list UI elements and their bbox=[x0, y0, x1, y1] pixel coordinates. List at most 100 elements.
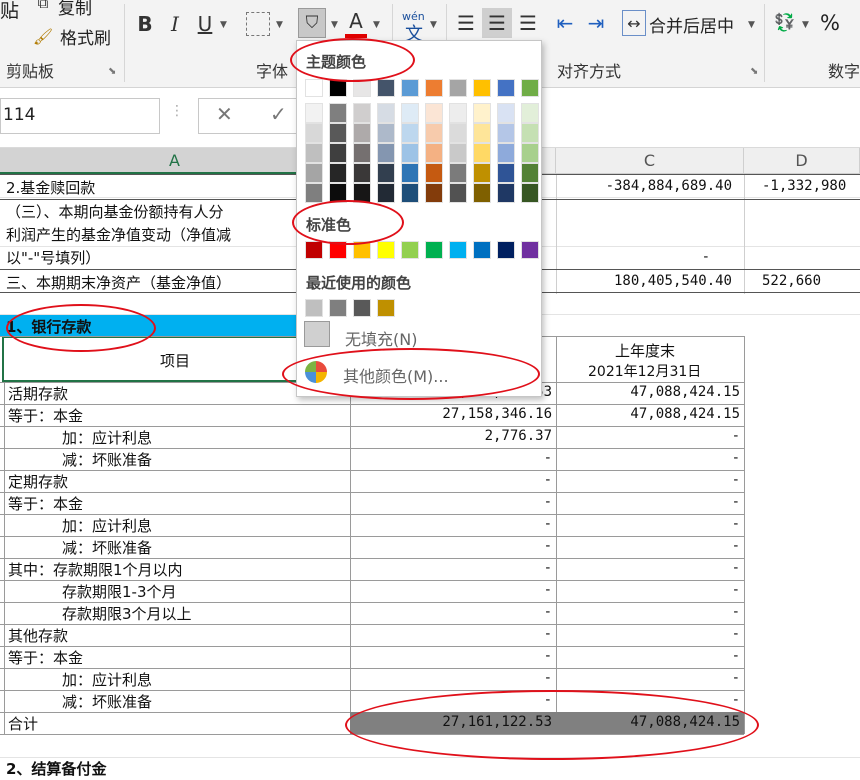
section2-title[interactable]: 2、结算备付金 bbox=[6, 758, 106, 779]
theme-shade-swatch[interactable] bbox=[305, 163, 323, 183]
copy-button[interactable]: 复制 bbox=[58, 0, 92, 19]
table-row-previous[interactable]: - bbox=[558, 516, 740, 532]
theme-shade-swatch[interactable] bbox=[329, 143, 347, 163]
table-row-previous[interactable]: 47,088,424.15 bbox=[558, 406, 740, 422]
chevron-down-icon[interactable]: ▼ bbox=[220, 20, 227, 30]
percent-button[interactable]: % bbox=[820, 11, 840, 35]
table-row-previous[interactable]: - bbox=[558, 626, 740, 642]
confirm-icon[interactable]: ✓ bbox=[270, 102, 287, 126]
align-right-icon[interactable]: ☰ bbox=[514, 8, 542, 38]
table-row-item[interactable]: 加：应计利息 bbox=[62, 515, 152, 536]
table-row-current[interactable]: - bbox=[352, 648, 552, 664]
table-row-item[interactable]: 等于：本金 bbox=[8, 405, 83, 426]
cell-a-text[interactable]: 三、本期期末净资产（基金净值） bbox=[6, 272, 231, 293]
chevron-down-icon[interactable]: ▼ bbox=[331, 20, 338, 30]
table-row-previous[interactable]: - bbox=[558, 560, 740, 576]
theme-shade-swatch[interactable] bbox=[401, 123, 419, 143]
table-row-item[interactable]: 定期存款 bbox=[8, 471, 68, 492]
table-row-current[interactable]: 2,776.37 bbox=[352, 428, 552, 444]
table-row-previous[interactable]: - bbox=[558, 494, 740, 510]
cancel-icon[interactable]: ✕ bbox=[216, 102, 233, 126]
standard-color-swatch[interactable] bbox=[425, 241, 443, 259]
theme-shade-swatch[interactable] bbox=[305, 123, 323, 143]
currency-format-icon[interactable]: 💱 bbox=[772, 10, 798, 36]
borders-icon[interactable] bbox=[246, 12, 270, 36]
format-painter-button[interactable]: 格式刷 bbox=[60, 24, 111, 49]
cell-d-value[interactable]: 522,660 bbox=[762, 273, 821, 289]
no-fill-icon[interactable] bbox=[304, 321, 330, 347]
theme-shade-swatch[interactable] bbox=[377, 123, 395, 143]
cell-c-value[interactable]: - bbox=[560, 249, 710, 265]
table-row-previous[interactable]: - bbox=[558, 472, 740, 488]
name-box[interactable]: 114 bbox=[0, 98, 160, 134]
table-row-current[interactable]: - bbox=[352, 582, 552, 598]
theme-shade-swatch[interactable] bbox=[401, 163, 419, 183]
cell-d-value[interactable]: -1,332,980 bbox=[762, 178, 846, 194]
standard-color-swatch[interactable] bbox=[377, 241, 395, 259]
table-row-item[interactable]: 存款期限1-3个月 bbox=[62, 581, 177, 602]
recent-color-swatch[interactable] bbox=[305, 299, 323, 317]
copy-icon[interactable]: ⧉ bbox=[34, 0, 52, 12]
theme-shade-swatch[interactable] bbox=[521, 143, 539, 163]
theme-shade-swatch[interactable] bbox=[521, 183, 539, 203]
table-row-previous[interactable]: - bbox=[558, 648, 740, 664]
align-center-icon[interactable]: ☰ bbox=[482, 8, 512, 38]
bold-button[interactable]: B bbox=[134, 10, 156, 38]
fill-color-icon[interactable]: ⛉ bbox=[298, 8, 326, 38]
theme-shade-swatch[interactable] bbox=[521, 123, 539, 143]
table-row-current[interactable]: - bbox=[352, 494, 552, 510]
theme-color-swatch[interactable] bbox=[377, 79, 395, 97]
theme-color-swatch[interactable] bbox=[401, 79, 419, 97]
table-row-current[interactable]: - bbox=[352, 560, 552, 576]
cell-a-text[interactable]: 以"-"号填列） bbox=[6, 247, 100, 268]
chevron-down-icon[interactable]: ▼ bbox=[430, 20, 437, 30]
table-row-current[interactable]: - bbox=[352, 604, 552, 620]
format-painter-icon[interactable]: 🖌 bbox=[32, 25, 54, 47]
table-row-item[interactable]: 减：坏账准备 bbox=[62, 537, 152, 558]
theme-shade-swatch[interactable] bbox=[353, 143, 371, 163]
cell-c-value[interactable]: -384,884,689.40 bbox=[560, 178, 732, 194]
table-row-previous[interactable]: 47,088,424.15 bbox=[558, 384, 740, 400]
theme-shade-swatch[interactable] bbox=[401, 183, 419, 203]
theme-shade-swatch[interactable] bbox=[425, 143, 443, 163]
merge-center-button[interactable]: 合并后居中 bbox=[649, 12, 734, 37]
theme-shade-swatch[interactable] bbox=[449, 123, 467, 143]
theme-shade-swatch[interactable] bbox=[473, 183, 491, 203]
theme-shade-swatch[interactable] bbox=[521, 103, 539, 123]
table-row-current[interactable]: - bbox=[352, 670, 552, 686]
table-row-item[interactable]: 存款期限3个月以上 bbox=[62, 603, 192, 624]
theme-shade-swatch[interactable] bbox=[329, 123, 347, 143]
theme-shade-swatch[interactable] bbox=[497, 163, 515, 183]
theme-shade-swatch[interactable] bbox=[449, 103, 467, 123]
theme-shade-swatch[interactable] bbox=[377, 183, 395, 203]
table-row-previous[interactable]: - bbox=[558, 538, 740, 554]
theme-color-swatch[interactable] bbox=[521, 79, 539, 97]
theme-color-swatch[interactable] bbox=[305, 79, 323, 97]
table-row-item[interactable]: 活期存款 bbox=[8, 383, 68, 404]
theme-shade-swatch[interactable] bbox=[329, 163, 347, 183]
standard-color-swatch[interactable] bbox=[401, 241, 419, 259]
table-row-previous[interactable]: - bbox=[558, 670, 740, 686]
column-header-c[interactable]: C bbox=[556, 148, 744, 174]
theme-shade-swatch[interactable] bbox=[425, 103, 443, 123]
theme-shade-swatch[interactable] bbox=[305, 103, 323, 123]
recent-color-swatch[interactable] bbox=[329, 299, 347, 317]
theme-shade-swatch[interactable] bbox=[305, 143, 323, 163]
table-row-current[interactable]: 27,158,346.16 bbox=[352, 406, 552, 422]
chevron-down-icon[interactable]: ▼ bbox=[373, 20, 380, 30]
total-label[interactable]: 合计 bbox=[8, 713, 38, 734]
theme-color-swatch[interactable] bbox=[425, 79, 443, 97]
table-row-item[interactable]: 等于：本金 bbox=[8, 493, 83, 514]
theme-shade-swatch[interactable] bbox=[425, 123, 443, 143]
table-row-current[interactable]: - bbox=[352, 472, 552, 488]
table-row-current[interactable]: - bbox=[352, 450, 552, 466]
cell-a-text[interactable]: 利润产生的基金净值变动（净值减 bbox=[6, 224, 231, 245]
theme-shade-swatch[interactable] bbox=[497, 123, 515, 143]
font-color-icon[interactable]: A bbox=[345, 8, 367, 38]
italic-button[interactable]: I bbox=[164, 10, 186, 38]
theme-shade-swatch[interactable] bbox=[473, 123, 491, 143]
theme-color-swatch[interactable] bbox=[449, 79, 467, 97]
paste-button[interactable]: 贴 bbox=[0, 0, 19, 23]
theme-shade-swatch[interactable] bbox=[401, 103, 419, 123]
theme-shade-swatch[interactable] bbox=[377, 163, 395, 183]
